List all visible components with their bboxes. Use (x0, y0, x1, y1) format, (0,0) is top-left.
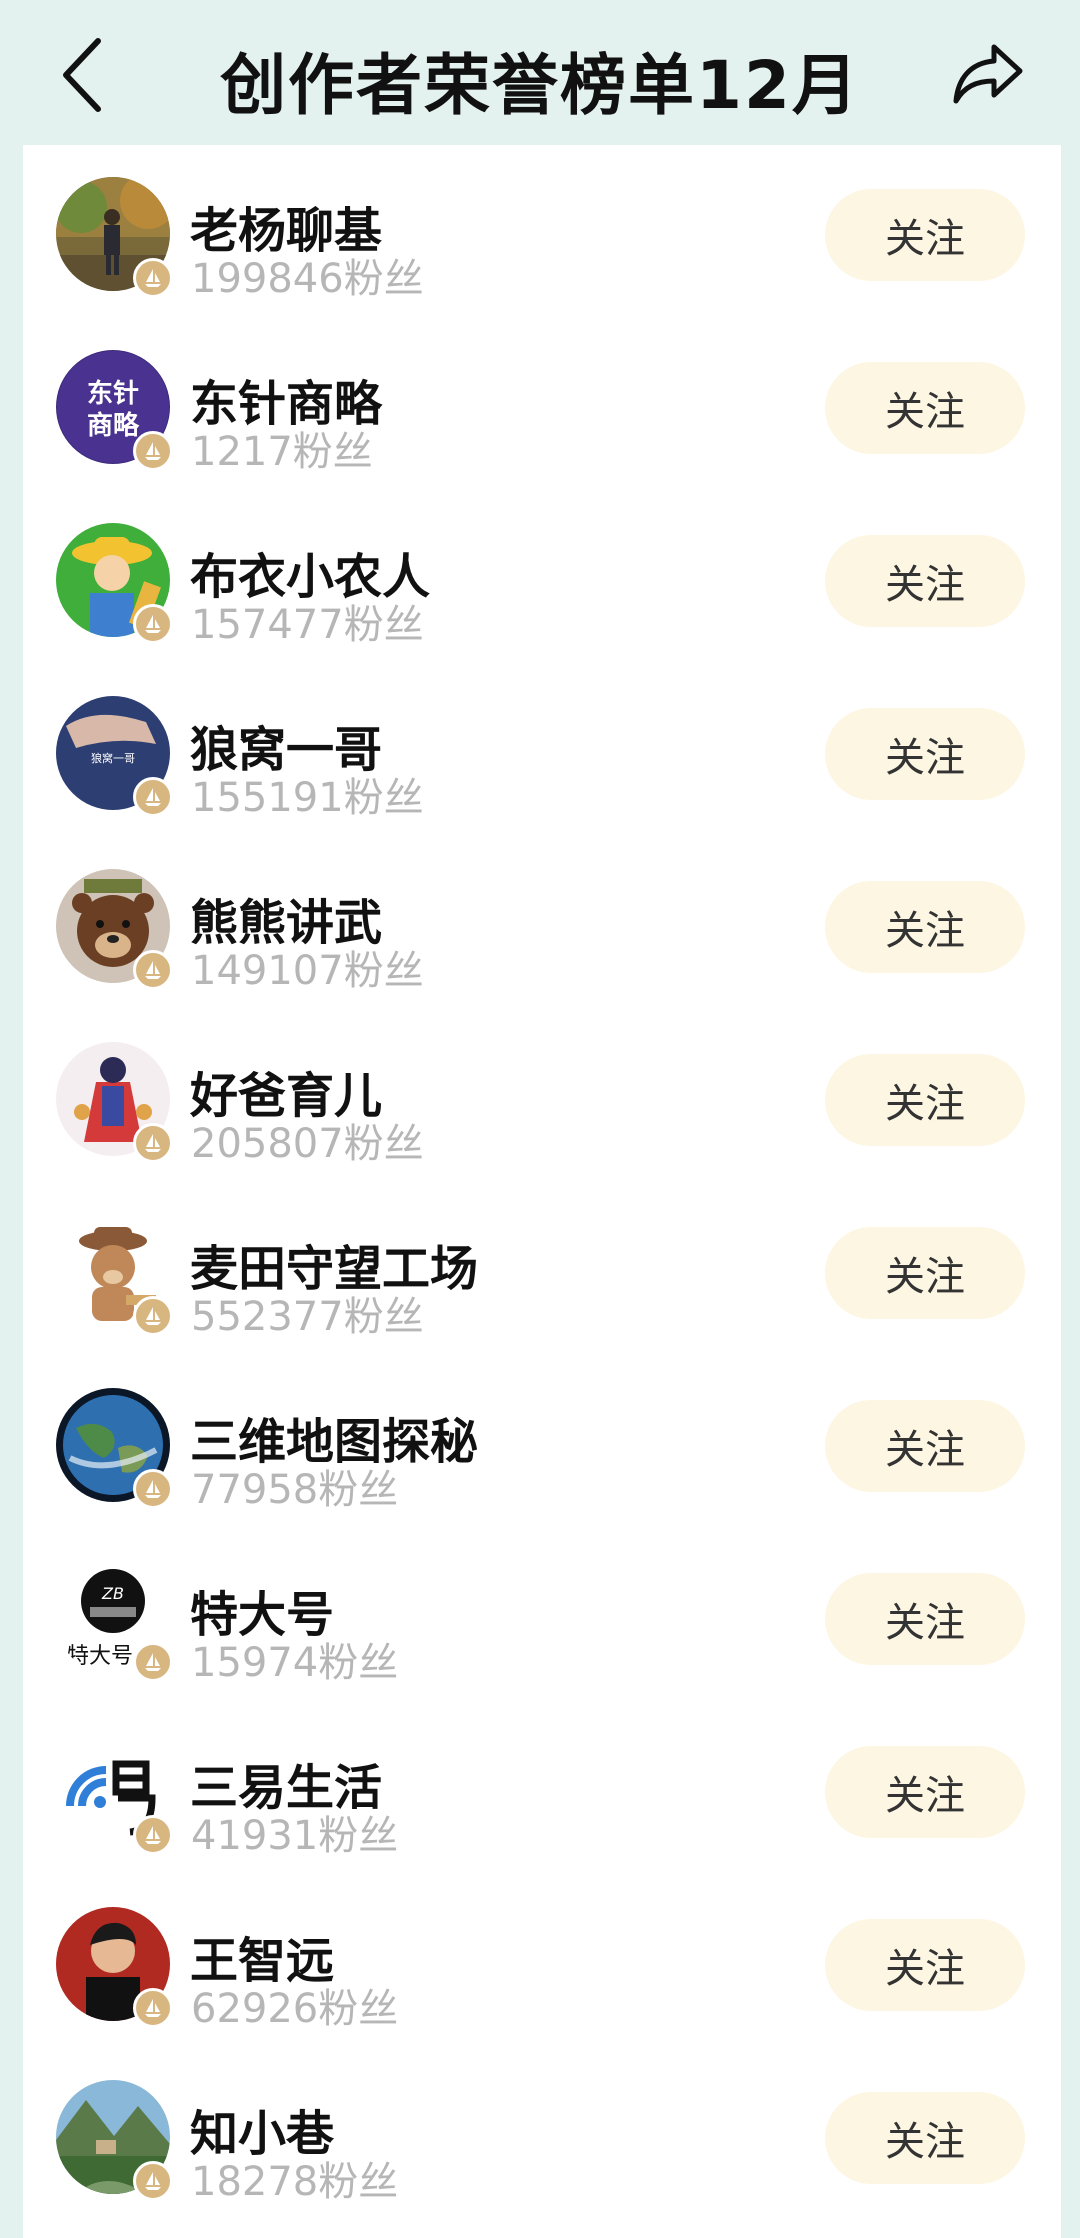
follow-button[interactable]: 关注 (825, 362, 1025, 454)
creator-badge-icon (133, 258, 173, 298)
list-item[interactable]: 王智远 62926粉丝 关注 (23, 1891, 1061, 2064)
fans-count: 552377粉丝 (191, 1294, 424, 1340)
follow-button[interactable]: 关注 (825, 1573, 1025, 1665)
list-item[interactable]: ZB 特大号 特大号 15974粉丝 关注 (23, 1545, 1061, 1718)
follow-button[interactable]: 关注 (825, 1400, 1025, 1492)
list-item[interactable]: 布衣小农人 157477粉丝 关注 (23, 507, 1061, 680)
follow-button[interactable]: 关注 (825, 189, 1025, 281)
creator-badge-icon (133, 1296, 173, 1336)
avatar-logo-text: 商略 (87, 410, 140, 441)
list-item[interactable]: 麦田守望工场 552377粉丝 关注 (23, 1199, 1061, 1372)
creator-badge-icon (133, 950, 173, 990)
follow-button[interactable]: 关注 (825, 1227, 1025, 1319)
top-bar: 创作者荣誉榜单12月 (0, 0, 1080, 145)
follow-button[interactable]: 关注 (825, 1919, 1025, 2011)
creator-badge-icon (133, 1815, 173, 1855)
list-item[interactable]: 老杨聊基 199846粉丝 关注 (23, 161, 1061, 334)
list-item[interactable]: 知小巷 18278粉丝 关注 (23, 2064, 1061, 2237)
list-item[interactable]: 熊熊讲武 149107粉丝 关注 (23, 853, 1061, 1026)
fans-count: 155191粉丝 (191, 775, 424, 821)
creator-list: 老杨聊基 199846粉丝 关注 东针 商略 东针商略 1217粉丝 关注 布衣… (23, 145, 1061, 2238)
fans-count: 41931粉丝 (191, 1813, 399, 1859)
share-arrow-icon (953, 44, 1023, 104)
avatar-logo-text: ZB (101, 1584, 124, 1603)
follow-button[interactable]: 关注 (825, 1054, 1025, 1146)
avatar-logo-text: 狼窝一哥 (91, 751, 135, 765)
fans-count: 157477粉丝 (191, 602, 424, 648)
list-item[interactable]: 好爸育儿 205807粉丝 关注 (23, 1026, 1061, 1199)
creator-badge-icon (133, 777, 173, 817)
creator-badge-icon (133, 2161, 173, 2201)
creator-badge-icon (133, 1123, 173, 1163)
avatar-logo-text: 特大号 (67, 1644, 133, 1669)
creator-badge-icon (133, 1988, 173, 2028)
fans-count: 62926粉丝 (191, 1986, 399, 2032)
fans-count: 18278粉丝 (191, 2159, 399, 2205)
page-title: 创作者荣誉榜单12月 (220, 47, 860, 124)
fans-count: 205807粉丝 (191, 1121, 424, 1167)
follow-button[interactable]: 关注 (825, 708, 1025, 800)
creator-badge-icon (133, 1642, 173, 1682)
list-item[interactable]: 狼窝一哥 狼窝一哥 155191粉丝 关注 (23, 680, 1061, 853)
follow-button[interactable]: 关注 (825, 881, 1025, 973)
follow-button[interactable]: 关注 (825, 535, 1025, 627)
list-item[interactable]: 东针 商略 东针商略 1217粉丝 关注 (23, 334, 1061, 507)
fans-count: 199846粉丝 (191, 256, 424, 302)
avatar-logo-text: 东针 (87, 378, 139, 409)
creator-badge-icon (133, 431, 173, 471)
list-item[interactable]: 三易生活 41931粉丝 关注 (23, 1718, 1061, 1891)
creator-badge-icon (133, 1469, 173, 1509)
creator-badge-icon (133, 604, 173, 644)
follow-button[interactable]: 关注 (825, 1746, 1025, 1838)
list-item[interactable]: 三维地图探秘 77958粉丝 关注 (23, 1372, 1061, 1545)
fans-count: 1217粉丝 (191, 429, 373, 475)
fans-count: 149107粉丝 (191, 948, 424, 994)
follow-button[interactable]: 关注 (825, 2092, 1025, 2184)
fans-count: 15974粉丝 (191, 1640, 399, 1686)
share-button[interactable] (948, 34, 1028, 114)
fans-count: 77958粉丝 (191, 1467, 399, 1513)
